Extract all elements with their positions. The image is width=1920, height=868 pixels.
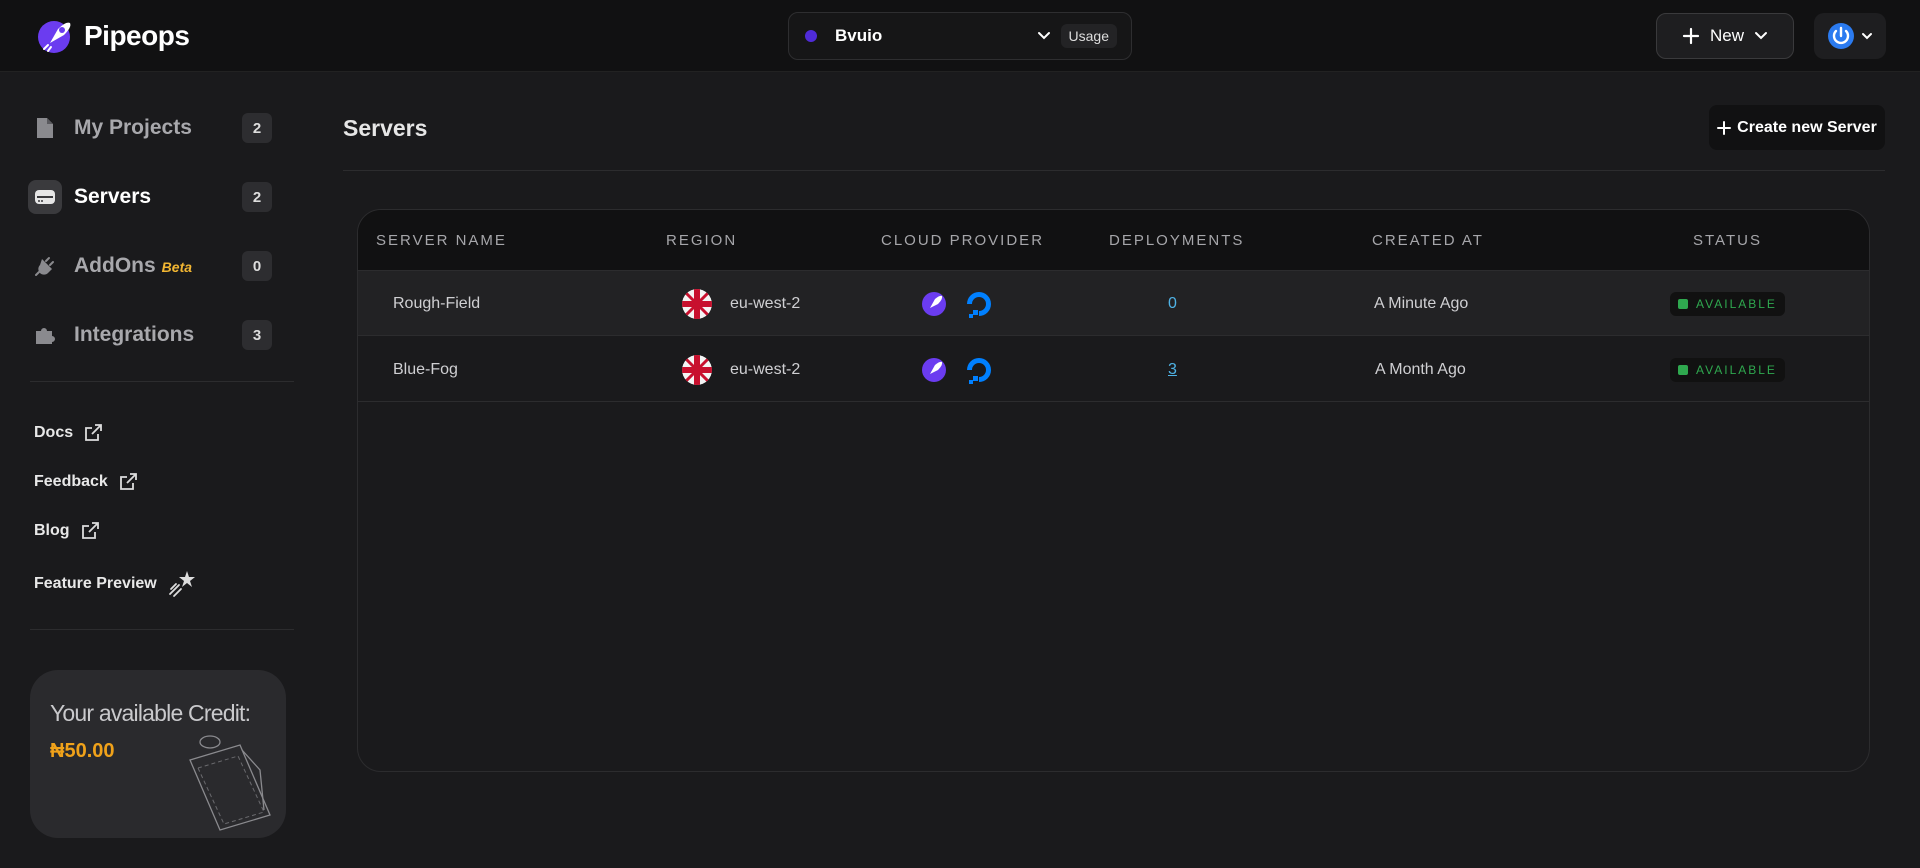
sidebar-item-label: My Projects bbox=[74, 116, 192, 139]
credit-value: ₦50.00 bbox=[50, 740, 115, 762]
sidebar-item-label: Servers bbox=[74, 185, 152, 208]
workspace-name: Bvuio bbox=[835, 26, 883, 45]
region-cell: eu-west-2 bbox=[682, 337, 800, 402]
sidebar: My Projects 2 Servers 2 AddOns Beta 0 In… bbox=[0, 72, 300, 868]
feature-preview-link[interactable]: Feature Preview bbox=[34, 569, 197, 599]
new-button-label: New bbox=[1709, 26, 1744, 45]
create-server-button[interactable]: Create new Server bbox=[1709, 105, 1885, 150]
puzzle-icon bbox=[28, 318, 62, 352]
page-title: Servers bbox=[343, 115, 428, 141]
status-cell: AVAILABLE bbox=[1670, 337, 1785, 402]
sidebar-divider bbox=[30, 629, 294, 630]
file-icon bbox=[28, 111, 62, 145]
count-badge: 0 bbox=[242, 251, 272, 281]
column-header-created-at: CREATED AT bbox=[1372, 232, 1484, 249]
sidebar-item-label: Integrations bbox=[74, 323, 195, 346]
beta-badge: Beta bbox=[161, 259, 193, 275]
column-header-server-name: SERVER NAME bbox=[376, 232, 507, 249]
sidebar-item-integrations[interactable]: Integrations 3 bbox=[28, 311, 272, 359]
shooting-star-icon bbox=[168, 571, 195, 597]
sidebar-item-servers[interactable]: Servers 2 bbox=[28, 173, 272, 221]
server-icon bbox=[28, 180, 62, 214]
sidebar-item-label: AddOns bbox=[74, 254, 156, 277]
header-divider bbox=[343, 170, 1885, 171]
sidebar-item-addons[interactable]: AddOns Beta 0 bbox=[28, 242, 272, 290]
count-badge: 2 bbox=[242, 113, 272, 143]
status-label: AVAILABLE bbox=[1696, 362, 1777, 377]
created-at: A Month Ago bbox=[1375, 360, 1466, 378]
column-header-cloud-provider: CLOUD PROVIDER bbox=[881, 232, 1045, 249]
new-button[interactable]: New bbox=[1656, 13, 1794, 59]
top-bar: Pipeops Bvuio Usage New bbox=[0, 0, 1920, 72]
status-dot bbox=[1678, 364, 1688, 375]
count-badge: 3 bbox=[242, 320, 272, 350]
uk-flag-icon bbox=[682, 354, 712, 385]
docs-link-label: Docs bbox=[34, 424, 74, 441]
blog-link-label: Blog bbox=[34, 522, 70, 539]
external-link-icon bbox=[85, 424, 103, 441]
sidebar-divider bbox=[30, 381, 294, 382]
deployments-count[interactable]: 3 bbox=[1168, 337, 1177, 402]
credit-card: Your available Credit: ₦50.00 bbox=[30, 670, 286, 838]
server-name[interactable]: Blue-Fog bbox=[393, 337, 458, 402]
feature-preview-label: Feature Preview bbox=[34, 575, 157, 592]
status-dot bbox=[1678, 298, 1688, 309]
status-cell: AVAILABLE bbox=[1670, 271, 1785, 336]
status-badge: AVAILABLE bbox=[1670, 291, 1785, 316]
plus-icon bbox=[1717, 120, 1732, 135]
docs-link[interactable]: Docs bbox=[34, 423, 103, 443]
credit-title: Your available Credit: bbox=[50, 700, 251, 726]
power-avatar-icon bbox=[1828, 23, 1854, 49]
chevron-down-icon bbox=[1755, 32, 1767, 40]
region-label: eu-west-2 bbox=[730, 294, 801, 312]
pipeops-provider-icon bbox=[922, 357, 946, 382]
column-header-status: STATUS bbox=[1693, 232, 1762, 249]
digitalocean-icon bbox=[967, 357, 991, 384]
table-row[interactable]: Rough-Field eu-west-2 0 A Minute Ago AVA… bbox=[358, 271, 1869, 336]
provider-cell bbox=[921, 337, 995, 402]
region-cell: eu-west-2 bbox=[682, 271, 800, 336]
deployments-count[interactable]: 0 bbox=[1168, 271, 1177, 336]
chevron-down-icon[interactable] bbox=[1037, 31, 1051, 41]
chevron-down-icon bbox=[1862, 32, 1872, 39]
sidebar-item-my-projects[interactable]: My Projects 2 bbox=[28, 104, 272, 152]
servers-table: SERVER NAME REGION CLOUD PROVIDER DEPLOY… bbox=[357, 209, 1870, 772]
status-label: AVAILABLE bbox=[1696, 296, 1777, 311]
pipeops-provider-icon bbox=[922, 291, 946, 316]
wallet-illustration-icon bbox=[189, 735, 271, 831]
workspace-switcher[interactable]: Bvuio Usage bbox=[788, 12, 1132, 60]
brand-logo[interactable]: Pipeops bbox=[36, 17, 190, 55]
feedback-link-label: Feedback bbox=[34, 473, 108, 490]
region-label: eu-west-2 bbox=[730, 360, 801, 378]
brand-name: Pipeops bbox=[84, 20, 190, 51]
server-name[interactable]: Rough-Field bbox=[393, 271, 480, 336]
provider-cell bbox=[921, 271, 995, 336]
usage-button[interactable]: Usage bbox=[1060, 24, 1117, 48]
workspace-color-dot bbox=[805, 30, 817, 42]
blog-link[interactable]: Blog bbox=[34, 521, 100, 541]
digitalocean-icon bbox=[967, 291, 991, 318]
count-badge: 2 bbox=[242, 182, 272, 212]
external-link-icon bbox=[119, 473, 137, 490]
status-badge: AVAILABLE bbox=[1670, 357, 1785, 382]
create-server-label: Create new Server bbox=[1737, 118, 1877, 136]
table-row[interactable]: Blue-Fog eu-west-2 3 A Month Ago AVAILAB… bbox=[358, 337, 1869, 402]
external-link-icon bbox=[81, 522, 99, 539]
user-menu-button[interactable] bbox=[1814, 13, 1886, 59]
table-header: SERVER NAME REGION CLOUD PROVIDER DEPLOY… bbox=[358, 210, 1869, 271]
column-header-deployments: DEPLOYMENTS bbox=[1109, 232, 1245, 249]
uk-flag-icon bbox=[682, 288, 712, 319]
created-at: A Minute Ago bbox=[1374, 294, 1469, 312]
plus-icon bbox=[1682, 27, 1700, 45]
feedback-link[interactable]: Feedback bbox=[34, 472, 138, 492]
rocket-logo-icon bbox=[38, 21, 71, 53]
column-header-region: REGION bbox=[666, 232, 738, 249]
plug-icon bbox=[28, 249, 62, 283]
